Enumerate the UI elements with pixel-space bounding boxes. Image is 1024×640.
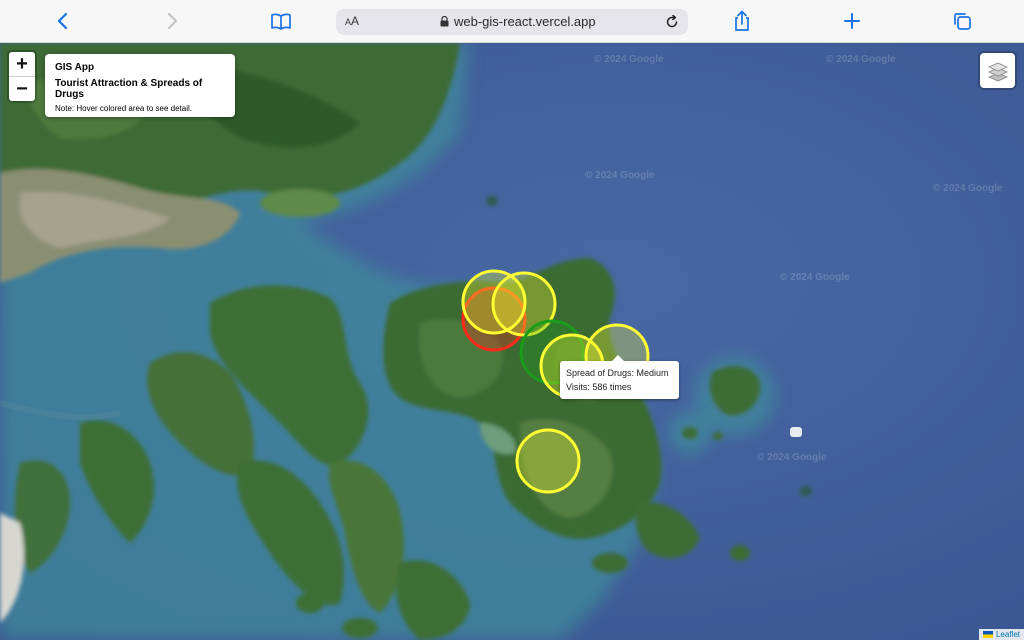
layers-icon — [987, 62, 1008, 81]
new-tab-icon[interactable] — [837, 6, 867, 36]
marker-tooltip: Spread of Drugs: Medium Visits: 586 time… — [560, 355, 679, 399]
tooltip-visits: Visits: 586 times — [566, 382, 632, 392]
tooltip-drug-level: Spread of Drugs: Medium — [566, 368, 669, 378]
zoom-in-button[interactable]: + — [9, 52, 35, 76]
map-attribution[interactable]: Leaflet — [978, 629, 1024, 640]
bookmarks-icon[interactable] — [266, 6, 296, 36]
url-display[interactable]: web-gis-react.vercel.app — [440, 14, 596, 29]
attribution-link[interactable]: Leaflet — [996, 630, 1020, 639]
url-text: web-gis-react.vercel.app — [454, 14, 596, 29]
zoom-control: + − — [9, 52, 35, 101]
zoom-out-button[interactable]: − — [9, 76, 35, 101]
address-bar[interactable]: AAAA web-gis-react.vercel.app — [336, 9, 688, 35]
info-panel: GIS App Tourist Attraction & Spreads of … — [45, 54, 235, 117]
tourist-area-marker[interactable] — [515, 428, 581, 494]
app-note: Note: Hover colored area to see detail. — [55, 104, 192, 113]
layers-control[interactable] — [980, 53, 1015, 88]
app-title: GIS App — [55, 62, 95, 73]
back-icon[interactable] — [48, 6, 78, 36]
browser-toolbar: AAAA web-gis-react.vercel.app — [0, 0, 1024, 43]
lock-icon — [440, 16, 449, 27]
reload-icon[interactable] — [662, 12, 682, 32]
marker-layer — [461, 269, 650, 494]
share-icon[interactable] — [727, 6, 757, 36]
forward-icon[interactable] — [157, 6, 187, 36]
text-size-button[interactable]: AAAA — [345, 14, 359, 28]
map-view[interactable]: © 2024 Google © 2024 Google © 2024 Googl… — [0, 43, 1024, 640]
app-subtitle: Tourist Attraction & Spreads of Drugs — [55, 78, 203, 100]
ukraine-flag-icon — [982, 631, 993, 638]
tabs-icon[interactable] — [947, 6, 977, 36]
